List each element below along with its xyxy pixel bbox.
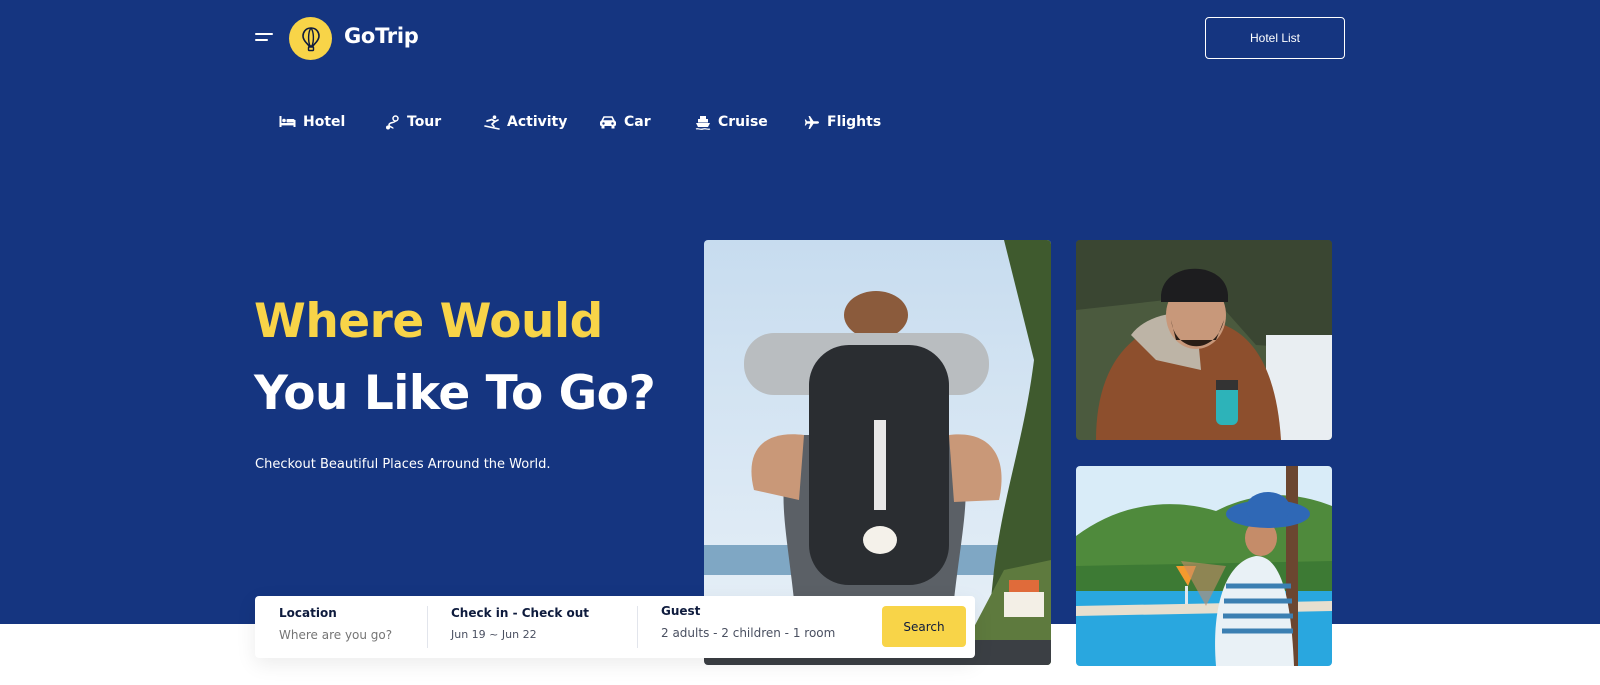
hero-subtitle: Checkout Beautiful Places Arround the Wo… bbox=[255, 457, 551, 472]
tab-car[interactable]: Car bbox=[599, 114, 651, 130]
tab-label: Activity bbox=[507, 114, 568, 130]
route-icon bbox=[386, 114, 399, 129]
tab-label: Flights bbox=[827, 114, 882, 130]
divider bbox=[427, 606, 428, 648]
bed-icon bbox=[279, 116, 296, 127]
guest-label: Guest bbox=[661, 604, 701, 618]
hero-image-hiker bbox=[1076, 240, 1332, 440]
search-button[interactable]: Search bbox=[882, 606, 966, 647]
guest-value: 2 adults - 2 children - 1 room bbox=[661, 626, 836, 640]
hero-image-pool bbox=[1076, 466, 1332, 666]
tab-tour[interactable]: Tour bbox=[385, 114, 441, 130]
hero-title-line1: Where Would bbox=[254, 294, 603, 349]
hotel-list-button[interactable]: Hotel List bbox=[1205, 17, 1345, 59]
tab-cruise[interactable]: Cruise bbox=[695, 114, 768, 130]
hero-title-line2: You Like To Go? bbox=[254, 366, 656, 421]
search-bar: Location Check in - Check out Jun 19 ~ J… bbox=[255, 596, 975, 658]
location-label: Location bbox=[279, 606, 337, 620]
location-field[interactable]: Location bbox=[279, 606, 419, 648]
tab-label: Cruise bbox=[718, 114, 768, 130]
ship-icon bbox=[695, 115, 711, 130]
dates-field[interactable]: Check in - Check out Jun 19 ~ Jun 22 bbox=[451, 606, 631, 648]
hamburger-menu-icon[interactable] bbox=[255, 30, 273, 44]
hot-air-balloon-icon[interactable] bbox=[289, 17, 332, 60]
logo-text[interactable]: GoTrip bbox=[344, 24, 419, 48]
tab-hotel[interactable]: Hotel bbox=[279, 114, 345, 130]
divider bbox=[637, 606, 638, 648]
tab-activity[interactable]: Activity bbox=[484, 114, 567, 130]
dates-label: Check in - Check out bbox=[451, 606, 590, 620]
tab-flights[interactable]: Flights bbox=[804, 114, 881, 130]
tab-label: Car bbox=[624, 114, 651, 130]
car-icon bbox=[600, 116, 616, 129]
guest-field[interactable]: Guest 2 adults - 2 children - 1 room bbox=[661, 604, 871, 646]
dates-value: Jun 19 ~ Jun 22 bbox=[451, 628, 537, 641]
tab-label: Hotel bbox=[303, 114, 346, 130]
location-input[interactable] bbox=[279, 628, 419, 642]
snowboard-icon bbox=[484, 114, 500, 130]
plane-icon bbox=[804, 115, 819, 129]
tab-label: Tour bbox=[407, 114, 442, 130]
